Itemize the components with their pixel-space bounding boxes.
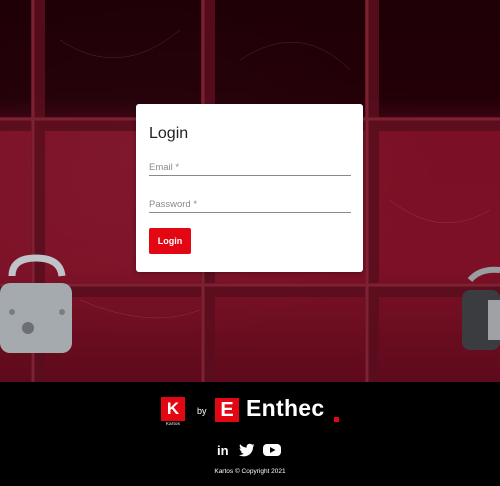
- kartos-logo: K Kartos: [160, 397, 186, 427]
- footer: K Kartos by E Enthec in Kartos © Copyrig…: [0, 382, 500, 486]
- kartos-logo-mark: K: [161, 397, 185, 421]
- padlock-right: [462, 266, 500, 350]
- twitter-link[interactable]: [239, 443, 255, 457]
- by-text: by: [197, 406, 207, 416]
- email-field: [149, 157, 351, 177]
- enthec-logo-dot: [334, 417, 339, 422]
- login-button[interactable]: Login: [149, 228, 191, 254]
- login-card: Login Login: [136, 104, 363, 272]
- social-links: in: [217, 443, 283, 458]
- copyright-text: Kartos © Copyright 2021: [214, 468, 286, 475]
- linkedin-icon: in: [217, 443, 229, 458]
- email-input[interactable]: [149, 158, 351, 177]
- svg-text:in: in: [217, 443, 229, 457]
- enthec-logo-text: Enthec: [246, 395, 325, 421]
- youtube-link[interactable]: [263, 443, 281, 457]
- enthec-logo-mark: E: [215, 398, 239, 422]
- twitter-icon: [239, 443, 255, 457]
- brand-row: K Kartos by E Enthec: [160, 395, 350, 427]
- linkedin-link[interactable]: in: [217, 443, 231, 458]
- password-input[interactable]: [149, 195, 351, 214]
- youtube-icon: [263, 444, 281, 456]
- login-title: Login: [149, 125, 189, 142]
- password-field: [149, 194, 351, 214]
- kartos-logo-text: Kartos: [165, 421, 181, 426]
